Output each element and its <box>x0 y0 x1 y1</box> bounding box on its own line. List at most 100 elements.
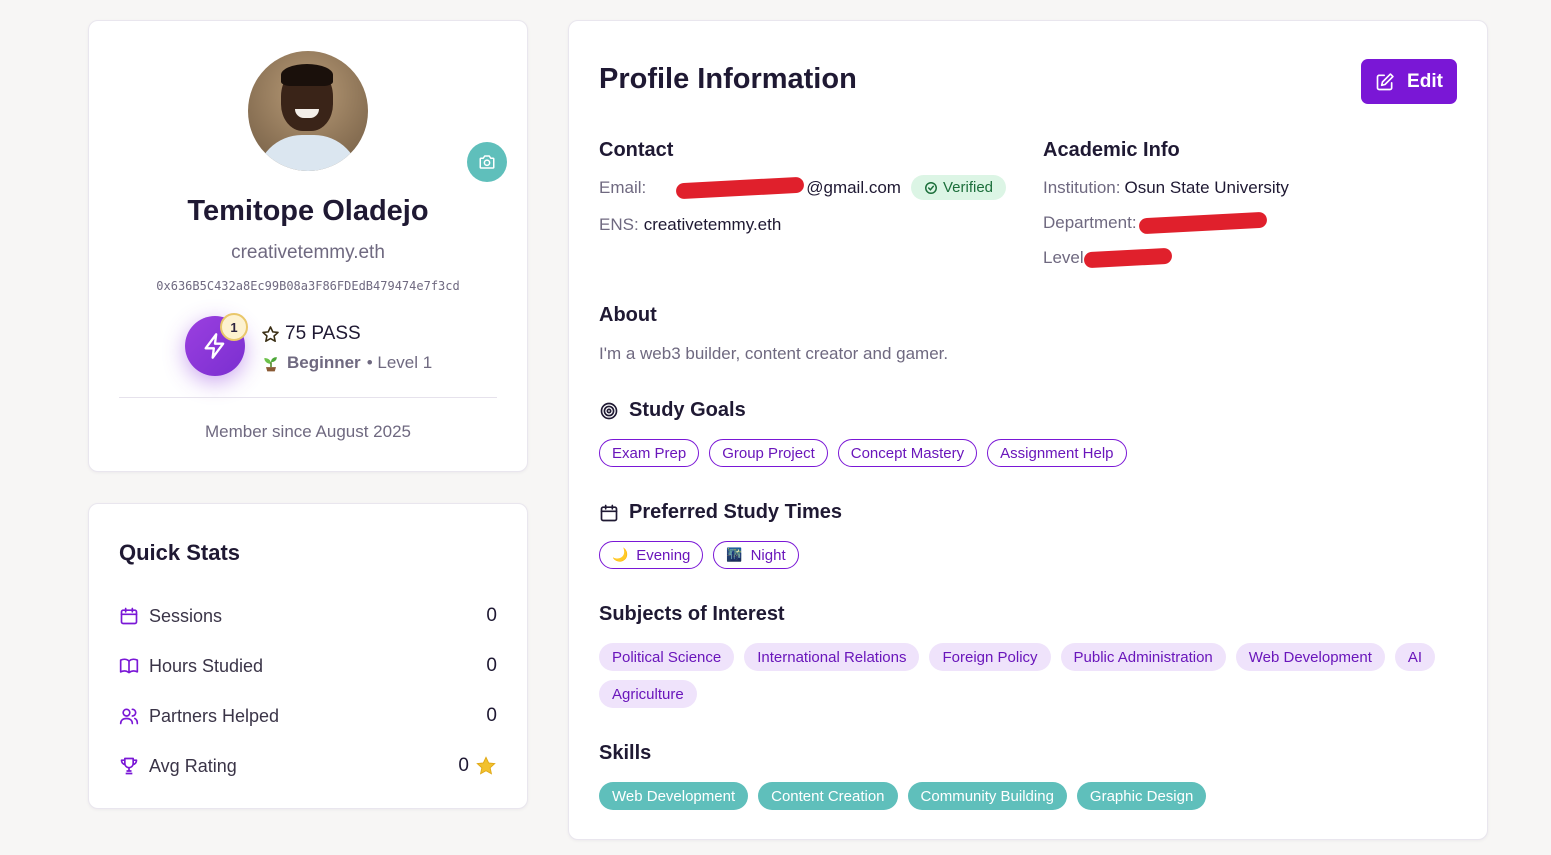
skills-heading-text: Skills <box>599 742 652 764</box>
ens-label: ENS: <box>599 215 639 234</box>
stat-label: Avg Rating <box>149 755 237 776</box>
moon-icon: 🌙 <box>612 547 629 562</box>
study-times-list: 🌙 Evening 🌃 Night <box>599 541 799 569</box>
avatar[interactable] <box>248 51 368 171</box>
study-goals-heading: Study Goals <box>599 399 746 422</box>
subject-chip[interactable]: Political Science <box>599 643 735 671</box>
subjects-list: Political Science International Relation… <box>599 643 1469 708</box>
level-field: Level <box>1043 247 1172 269</box>
skill-chip[interactable]: Content Creation <box>758 782 898 810</box>
avatar-shirt <box>256 135 360 171</box>
stat-value: 0 <box>458 755 469 776</box>
skill-chip[interactable]: Web Development <box>599 782 749 810</box>
calendar-icon <box>120 607 138 625</box>
avatar-hair <box>281 64 333 86</box>
subjects-heading-text: Subjects of Interest <box>599 603 785 625</box>
stat-row-sessions: Sessions 0 <box>119 602 497 630</box>
page-title: Profile Information <box>599 63 857 95</box>
rank-level: • Level 1 <box>366 353 433 372</box>
stat-row-partners: Partners Helped 0 <box>119 702 497 730</box>
academic-heading-text: Academic Info <box>1043 139 1180 161</box>
contact-heading-text: Contact <box>599 139 674 161</box>
study-times-heading-text: Preferred Study Times <box>629 501 843 523</box>
level-label: Level <box>1043 248 1084 267</box>
night-icon: 🌃 <box>726 547 743 562</box>
pass-points: 75 PASS <box>261 323 361 345</box>
contact-heading: Contact <box>599 139 673 162</box>
level-redaction <box>1083 247 1172 269</box>
check-circle-icon <box>924 181 937 194</box>
ens-value: creativetemmy.eth <box>643 215 782 234</box>
member-since: Member since August 2025 <box>204 422 411 441</box>
edit-button[interactable]: Edit <box>1361 59 1457 104</box>
verified-badge: Verified <box>910 175 1007 200</box>
study-goal-chip[interactable]: Assignment Help <box>987 439 1127 467</box>
subject-chip[interactable]: Public Administration <box>1060 643 1226 671</box>
skills-heading: Skills <box>599 742 651 765</box>
target-icon <box>600 402 618 419</box>
study-goal-chip[interactable]: Exam Prep <box>599 439 700 467</box>
star-icon <box>476 756 496 775</box>
subject-chip[interactable]: AI <box>1394 643 1436 671</box>
department-field: Department: <box>1043 211 1267 235</box>
skill-chip[interactable]: Community Building <box>907 782 1067 810</box>
study-time-chip-night[interactable]: 🌃 Night <box>713 541 799 569</box>
email-field: Email: @gmail.com Verified <box>599 175 1007 200</box>
study-goals-heading-text: Study Goals <box>629 399 746 421</box>
subject-chip[interactable]: International Relations <box>744 643 920 671</box>
study-time-chip-evening[interactable]: 🌙 Evening <box>599 541 704 569</box>
quick-stats-card: Quick Stats Sessions 0 Hours Studied 0 P… <box>88 503 528 809</box>
subject-chip[interactable]: Web Development <box>1235 643 1385 671</box>
about-heading: About <box>599 304 657 327</box>
quick-stats-title: Quick Stats <box>119 540 241 565</box>
seedling-icon <box>264 357 277 372</box>
study-goal-chip[interactable]: Group Project <box>709 439 828 467</box>
institution-value: Osun State University <box>1124 178 1289 197</box>
rank-name: Beginner <box>287 353 361 372</box>
profile-ens: creativetemmy.eth <box>231 242 385 263</box>
verified-label: Verified <box>942 179 994 196</box>
users-icon <box>119 708 139 725</box>
study-time-label: Evening <box>636 546 691 564</box>
calendar-icon <box>600 504 618 521</box>
institution-field: Institution: Osun State University <box>1043 178 1289 198</box>
edit-label: Edit <box>1407 70 1443 92</box>
academic-heading: Academic Info <box>1043 139 1180 162</box>
skills-list: Web Development Content Creation Communi… <box>599 782 1207 810</box>
profile-info-card: Profile Information Edit Contact Email: … <box>568 20 1488 840</box>
stat-label: Partners Helped <box>149 705 280 726</box>
profile-card: Temitope Oladejo creativetemmy.eth 0x636… <box>88 20 528 472</box>
book-icon <box>119 658 139 674</box>
pass-text: 75 PASS <box>285 323 361 344</box>
rank-info: Beginner • Level 1 <box>261 353 432 373</box>
stat-value: 0 <box>486 655 497 676</box>
stat-value: 0 <box>486 705 497 726</box>
divider <box>119 397 497 398</box>
stat-value: 0 <box>486 605 497 626</box>
camera-icon <box>479 155 495 169</box>
email-redaction <box>675 176 805 199</box>
email-value: @gmail.com <box>806 177 901 197</box>
stat-row-hours: Hours Studied 0 <box>119 652 497 680</box>
skill-chip[interactable]: Graphic Design <box>1076 782 1207 810</box>
study-goal-chip[interactable]: Concept Mastery <box>837 439 978 467</box>
trophy-icon <box>120 757 138 775</box>
profile-name: Temitope Oladejo <box>187 195 429 227</box>
study-times-heading: Preferred Study Times <box>599 501 842 524</box>
subject-chip[interactable]: Agriculture <box>599 680 697 708</box>
subject-chip[interactable]: Foreign Policy <box>929 643 1051 671</box>
email-label: Email: <box>599 177 647 197</box>
wallet-address[interactable]: 0x636B5C432a8Ec99B08a3F86FDEdB479474e7f3… <box>89 279 527 293</box>
change-photo-button[interactable] <box>467 142 507 182</box>
edit-icon <box>1376 72 1394 90</box>
institution-label: Institution: <box>1043 178 1121 197</box>
department-label: Department: <box>1043 213 1137 232</box>
ens-field: ENS: creativetemmy.eth <box>599 215 781 235</box>
stat-row-rating: Avg Rating 0 <box>119 752 497 780</box>
level-count-badge: 1 <box>220 313 248 341</box>
about-text: I'm a web3 builder, content creator and … <box>599 344 949 363</box>
department-redaction <box>1138 211 1267 235</box>
stat-label: Sessions <box>149 605 223 626</box>
about-heading-text: About <box>599 304 657 326</box>
subjects-heading: Subjects of Interest <box>599 603 785 626</box>
